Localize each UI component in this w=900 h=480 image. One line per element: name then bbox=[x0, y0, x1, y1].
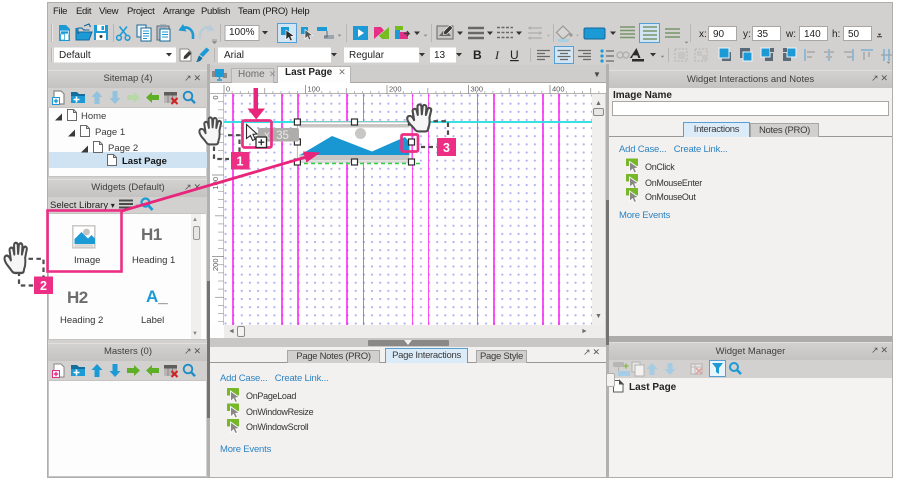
svg-text:U: U bbox=[510, 48, 519, 62]
svg-text:140: 140 bbox=[804, 29, 821, 40]
svg-text:0: 0 bbox=[226, 85, 230, 94]
svg-text:200: 200 bbox=[211, 259, 220, 272]
svg-text:I: I bbox=[494, 48, 500, 62]
svg-text:Arial: Arial bbox=[224, 50, 244, 61]
svg-text:100: 100 bbox=[211, 177, 220, 190]
svg-text:w:: w: bbox=[785, 29, 796, 40]
svg-text:Default: Default bbox=[59, 50, 91, 61]
svg-text:x:: x: bbox=[699, 29, 707, 40]
svg-text:Regular: Regular bbox=[349, 50, 385, 61]
svg-text:13: 13 bbox=[434, 50, 446, 61]
svg-text:y:: y: bbox=[743, 29, 751, 40]
svg-text:50: 50 bbox=[848, 29, 860, 40]
svg-text:35: 35 bbox=[757, 29, 769, 40]
svg-text:h:: h: bbox=[832, 29, 840, 40]
svg-text:B: B bbox=[473, 48, 482, 62]
svg-text:2: 2 bbox=[40, 279, 47, 293]
svg-text:90: 90 bbox=[713, 29, 725, 40]
svg-text:0: 0 bbox=[211, 96, 220, 100]
